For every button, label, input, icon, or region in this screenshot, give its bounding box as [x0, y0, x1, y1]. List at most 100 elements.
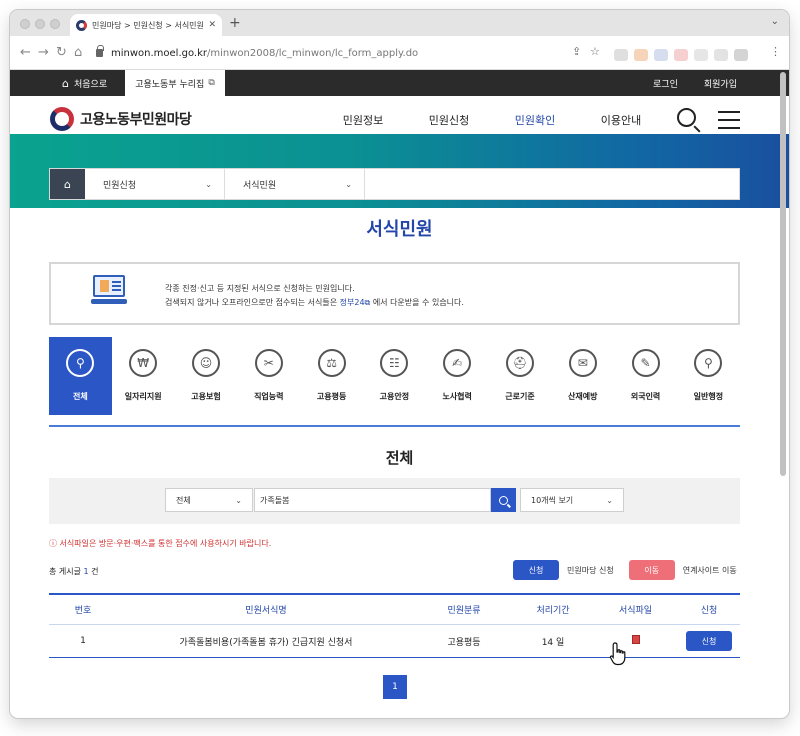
column-header-form-file: 서식파일 [618, 606, 653, 616]
tab-label: 일자리지원 [124, 392, 162, 401]
search-category-value: 전체 [176, 495, 191, 505]
bookmark-star-icon[interactable]: ☆ [590, 45, 600, 58]
browser-tab[interactable]: 민원마당 > 민원신청 > 서식민원 ✕ [70, 14, 222, 36]
close-window-icon[interactable] [20, 19, 30, 29]
page-scrollbar[interactable] [780, 72, 786, 476]
nav-item-minwon-info[interactable]: 민원정보 [320, 112, 406, 128]
hand-pointer-cursor-icon [609, 642, 626, 666]
browser-titlebar: 민원마당 > 민원신청 > 서식민원 ✕ + ⌄ [10, 10, 789, 36]
tab-category-job-support[interactable]: ₩ 일자리지원 [112, 337, 175, 415]
forward-arrow-icon[interactable]: → [38, 45, 49, 60]
home-link[interactable]: ⌂ 처음으로 [62, 70, 107, 96]
search-person-icon: ⚲ [66, 349, 95, 377]
address-bar[interactable]: minwon.moel.go.kr /minwon2008/lc_minwon/… [96, 43, 616, 63]
divider [49, 425, 740, 427]
ministry-portal-link[interactable]: 고용노동부 누리집 ⧉ [125, 70, 225, 96]
tab-category-labor-standards[interactable]: ⛑ 근로기준 [489, 337, 552, 415]
info-text: 각종 진정·신고 등 지정된 서식으로 신청하는 민원입니다. 검색되지 않거나… [165, 282, 464, 310]
share-icon[interactable]: ⇪ [572, 45, 581, 58]
tab-category-general-admin[interactable]: ⚲ 일반행정 [677, 337, 740, 415]
nav-item-usage-guide[interactable]: 이용안내 [578, 112, 664, 128]
site-topbar: ⌂ 처음으로 고용노동부 누리집 ⧉ 로그인 회원가입 [10, 70, 789, 96]
tab-category-employment-stability[interactable]: ☷ 고용안정 [363, 337, 426, 415]
cell-form-file [593, 635, 678, 647]
tab-list-chevron-icon[interactable]: ⌄ [771, 16, 779, 27]
browser-window: 민원마당 > 민원신청 > 서식민원 ✕ + ⌄ ← → ↻ ⌂ minwon.… [10, 10, 789, 718]
extension-icon[interactable] [614, 49, 628, 61]
search-category-select[interactable]: 전체 ⌄ [165, 488, 253, 512]
menu-hamburger-icon[interactable] [718, 111, 740, 135]
info-line2-pre: 검색되지 않거나 오프라인으로만 접수되는 서식들은 [165, 298, 338, 307]
gov24-link[interactable]: 정부24⧉ [340, 298, 371, 307]
pagination-page-current[interactable]: 1 [383, 675, 407, 699]
document-pen-icon: ₩ [129, 349, 158, 377]
hwp-file-download-icon[interactable] [631, 635, 640, 644]
nav-item-minwon-check[interactable]: 민원확인 [492, 112, 578, 128]
search-button[interactable] [491, 488, 516, 512]
browser-toolbar: ← → ↻ ⌂ minwon.moel.go.kr /minwon2008/lc… [10, 36, 789, 70]
extension-icon[interactable] [634, 49, 648, 61]
home-link-label: 처음으로 [73, 79, 108, 90]
button-legend: 신청 민원마당 신청 이동 연계사이트 이동 [513, 560, 737, 580]
breadcrumb-level1-select[interactable]: 민원신청 ⌄ [85, 169, 225, 199]
extension-icon[interactable] [674, 49, 688, 61]
tab-category-vocational-ability[interactable]: ✂ 직업능력 [237, 337, 300, 415]
home-icon[interactable]: ⌂ [74, 45, 82, 60]
tools-icon: ✂ [254, 349, 283, 377]
extension-icon[interactable] [654, 49, 668, 61]
extension-icon[interactable] [694, 49, 708, 61]
account-links: 로그인 회원가입 [653, 70, 737, 96]
tab-category-labor-cooperation[interactable]: ✍ 노사협력 [426, 337, 489, 415]
back-arrow-icon[interactable]: ← [20, 45, 31, 60]
tab-category-foreign-workforce[interactable]: ✎ 외국인력 [614, 337, 677, 415]
new-tab-icon[interactable]: + [229, 15, 241, 31]
browser-menu-icon[interactable]: ⋮ [770, 45, 781, 58]
form-pen-icon: ✎ [631, 349, 660, 377]
taegeuk-logo-icon [50, 107, 74, 131]
breadcrumb-level2-select[interactable]: 서식민원 ⌄ [225, 169, 365, 199]
apply-button[interactable]: 신청 [686, 631, 732, 651]
profile-avatar-icon[interactable] [734, 49, 748, 61]
search-icon[interactable] [677, 108, 696, 127]
mail-people-icon: ✉ [568, 349, 597, 377]
minimize-window-icon[interactable] [35, 19, 45, 29]
tab-label: 외국인력 [630, 392, 661, 401]
tab-category-employment-equality[interactable]: ⚖ 고용평등 [300, 337, 363, 415]
total-prefix: 총 게시글 [49, 567, 81, 576]
search-input[interactable] [254, 488, 491, 512]
legend-move-desc: 연계사이트 이동 [682, 565, 737, 575]
site-logo[interactable]: 고용노동부민원마당 [50, 107, 192, 131]
cell-form-name[interactable]: 가족돌봄비용(가족돌봄 휴가) 긴급지원 신청서 [117, 635, 415, 648]
agreement-icon: ✍ [443, 349, 472, 377]
cell-apply: 신청 [678, 631, 740, 651]
page-title: 서식민원 [366, 219, 433, 240]
admin-person-icon: ⚲ [694, 349, 723, 377]
column-header-apply: 신청 [700, 606, 718, 616]
tab-label: 직업능력 [254, 392, 284, 401]
legend-move-button: 이동 [628, 560, 675, 580]
tab-category-employment-insurance[interactable]: ☺ 고용보험 [175, 337, 238, 415]
chevron-down-icon: ⌄ [235, 495, 242, 505]
info-line1: 각종 진정·신고 등 지정된 서식으로 신청하는 민원입니다. [165, 284, 355, 293]
house-icon: ⌂ [62, 76, 69, 90]
maximize-window-icon[interactable] [50, 19, 60, 29]
nav-item-minwon-apply[interactable]: 민원신청 [406, 112, 492, 128]
breadcrumb-level2-label: 서식민원 [243, 180, 277, 191]
search-icon [499, 495, 508, 505]
column-header-period: 처리기간 [536, 606, 570, 616]
ministry-portal-label: 고용노동부 누리집 [135, 79, 205, 90]
logo-text: 고용노동부민원마당 [80, 112, 192, 128]
signup-link[interactable]: 회원가입 [704, 77, 737, 90]
page-size-select[interactable]: 10개씩 보기 ⌄ [520, 488, 624, 512]
reload-icon[interactable]: ↻ [56, 45, 67, 60]
tab-close-icon[interactable]: ✕ [208, 20, 216, 30]
breadcrumb-home-icon[interactable]: ⌂ [50, 169, 85, 199]
tab-category-accident-prevention[interactable]: ✉ 산재예방 [551, 337, 614, 415]
legend-apply-button: 신청 [513, 560, 559, 580]
login-link[interactable]: 로그인 [653, 77, 678, 90]
table-row: 1 가족돌봄비용(가족돌봄 휴가) 긴급지원 신청서 고용평등 14 일 신청 [49, 625, 740, 658]
group-icon: ☷ [380, 349, 409, 377]
extension-icon[interactable] [714, 49, 728, 61]
tab-category-all[interactable]: ⚲ 전체 [49, 337, 112, 415]
url-path: /minwon2008/lc_minwon/lc_form_apply.do [207, 47, 419, 59]
